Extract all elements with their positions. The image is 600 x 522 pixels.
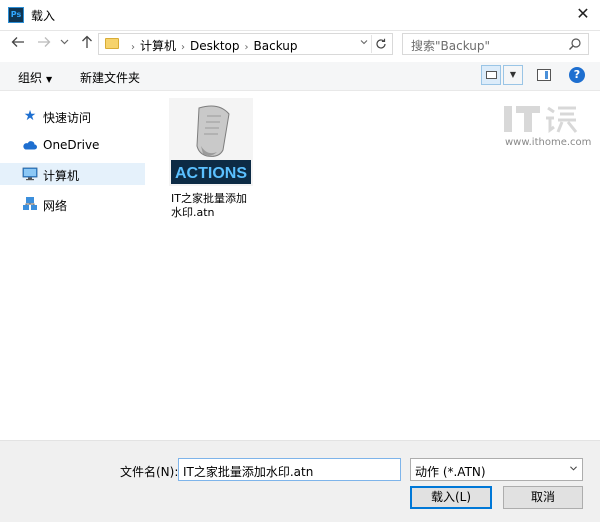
- search-input[interactable]: 搜索"Backup": [411, 37, 490, 54]
- file-name: IT之家批量添加水印.atn: [171, 192, 247, 219]
- window-title: 载入: [31, 9, 56, 23]
- file-item[interactable]: ACTIONS IT之家批量添加水印.atn: [169, 98, 253, 230]
- search-icon: [569, 38, 581, 50]
- photoshop-app-icon: Ps: [8, 7, 24, 23]
- arrow-up-icon: [82, 35, 92, 48]
- help-icon: ?: [573, 68, 581, 81]
- refresh-icon: [376, 38, 386, 49]
- view-icon: [486, 71, 497, 79]
- cancel-button[interactable]: 取消: [503, 486, 583, 509]
- ithome-watermark-logo: [504, 106, 578, 133]
- actions-label: ACTIONS: [175, 165, 247, 182]
- watermark-site: www.ithome.com: [505, 137, 592, 148]
- navigation-pane: ★ 快速访问 OneDrive 计算机 网络: [0, 92, 160, 440]
- address-dropdown-button[interactable]: [360, 36, 368, 52]
- new-folder-button[interactable]: 新建文件夹: [80, 69, 140, 86]
- chevron-down-icon: [360, 40, 368, 45]
- star-icon: ★: [23, 108, 37, 124]
- filename-value: IT之家批量添加水印.atn: [183, 465, 314, 479]
- breadcrumb-computer[interactable]: 计算机: [140, 39, 176, 53]
- sidebar-item-quick-access[interactable]: ★ 快速访问: [0, 105, 145, 127]
- sidebar-item-onedrive[interactable]: OneDrive: [0, 134, 145, 156]
- refresh-button[interactable]: [371, 35, 390, 53]
- back-button[interactable]: [9, 35, 27, 53]
- caret-down-icon: ▼: [46, 75, 53, 84]
- chevron-down-icon: [570, 466, 577, 471]
- sidebar-item-label: 快速访问: [43, 111, 92, 125]
- sidebar-item-computer[interactable]: 计算机: [0, 163, 145, 185]
- actions-file-icon: ACTIONS: [169, 98, 253, 186]
- address-bar[interactable]: › 计算机 › Desktop › Backup: [98, 33, 393, 55]
- sidebar-item-label: 计算机: [43, 169, 80, 183]
- close-button[interactable]: ✕: [566, 0, 600, 30]
- load-button[interactable]: 载入(L): [410, 486, 492, 509]
- breadcrumb-separator-icon: ›: [181, 42, 186, 53]
- network-icon: [23, 197, 37, 210]
- chevron-down-icon: [60, 39, 68, 45]
- filetype-value: 动作 (*.ATN): [415, 465, 486, 479]
- arrow-right-icon: [38, 37, 51, 47]
- forward-button[interactable]: [35, 35, 53, 53]
- change-view-button[interactable]: [481, 65, 501, 85]
- footer-panel: 文件名(N): IT之家批量添加水印.atn 动作 (*.ATN) 载入(L) …: [0, 440, 600, 522]
- command-bar: 组织 ▼ 新建文件夹 ▼ ?: [0, 62, 600, 91]
- organize-label: 组织: [18, 71, 43, 85]
- arrow-left-icon: [11, 37, 24, 47]
- sidebar-item-network[interactable]: 网络: [0, 193, 145, 215]
- filetype-select[interactable]: 动作 (*.ATN): [410, 458, 583, 481]
- folder-icon: [105, 38, 119, 49]
- organize-button[interactable]: 组织 ▼: [18, 69, 52, 86]
- sidebar-item-label: 网络: [43, 199, 68, 213]
- breadcrumb-desktop[interactable]: Desktop: [190, 39, 240, 53]
- filename-label: 文件名(N):: [120, 465, 179, 479]
- preview-pane-button[interactable]: [537, 69, 551, 81]
- caret-down-icon: ▼: [509, 70, 517, 79]
- recent-locations-button[interactable]: [58, 35, 70, 53]
- up-button[interactable]: [78, 35, 96, 53]
- title-bar: Ps 载入 ✕: [0, 0, 600, 31]
- filename-field[interactable]: IT之家批量添加水印.atn: [178, 458, 401, 481]
- navigation-bar: › 计算机 › Desktop › Backup 搜索"Backup": [0, 30, 600, 60]
- cloud-icon: [23, 141, 37, 150]
- computer-icon: [22, 167, 38, 181]
- breadcrumb-backup[interactable]: Backup: [254, 39, 298, 53]
- help-button[interactable]: ?: [569, 67, 585, 83]
- breadcrumb-separator-icon: ›: [244, 42, 249, 53]
- load-dialog: Ps 载入 ✕ › 计算机 › Desktop › Backup 搜索"Back…: [0, 0, 600, 522]
- breadcrumb-separator-icon: ›: [131, 42, 135, 53]
- breadcrumb: › 计算机 › Desktop › Backup: [126, 37, 298, 54]
- view-options-button[interactable]: ▼: [503, 65, 523, 85]
- search-box[interactable]: 搜索"Backup": [402, 33, 589, 55]
- sidebar-item-label: OneDrive: [43, 138, 100, 152]
